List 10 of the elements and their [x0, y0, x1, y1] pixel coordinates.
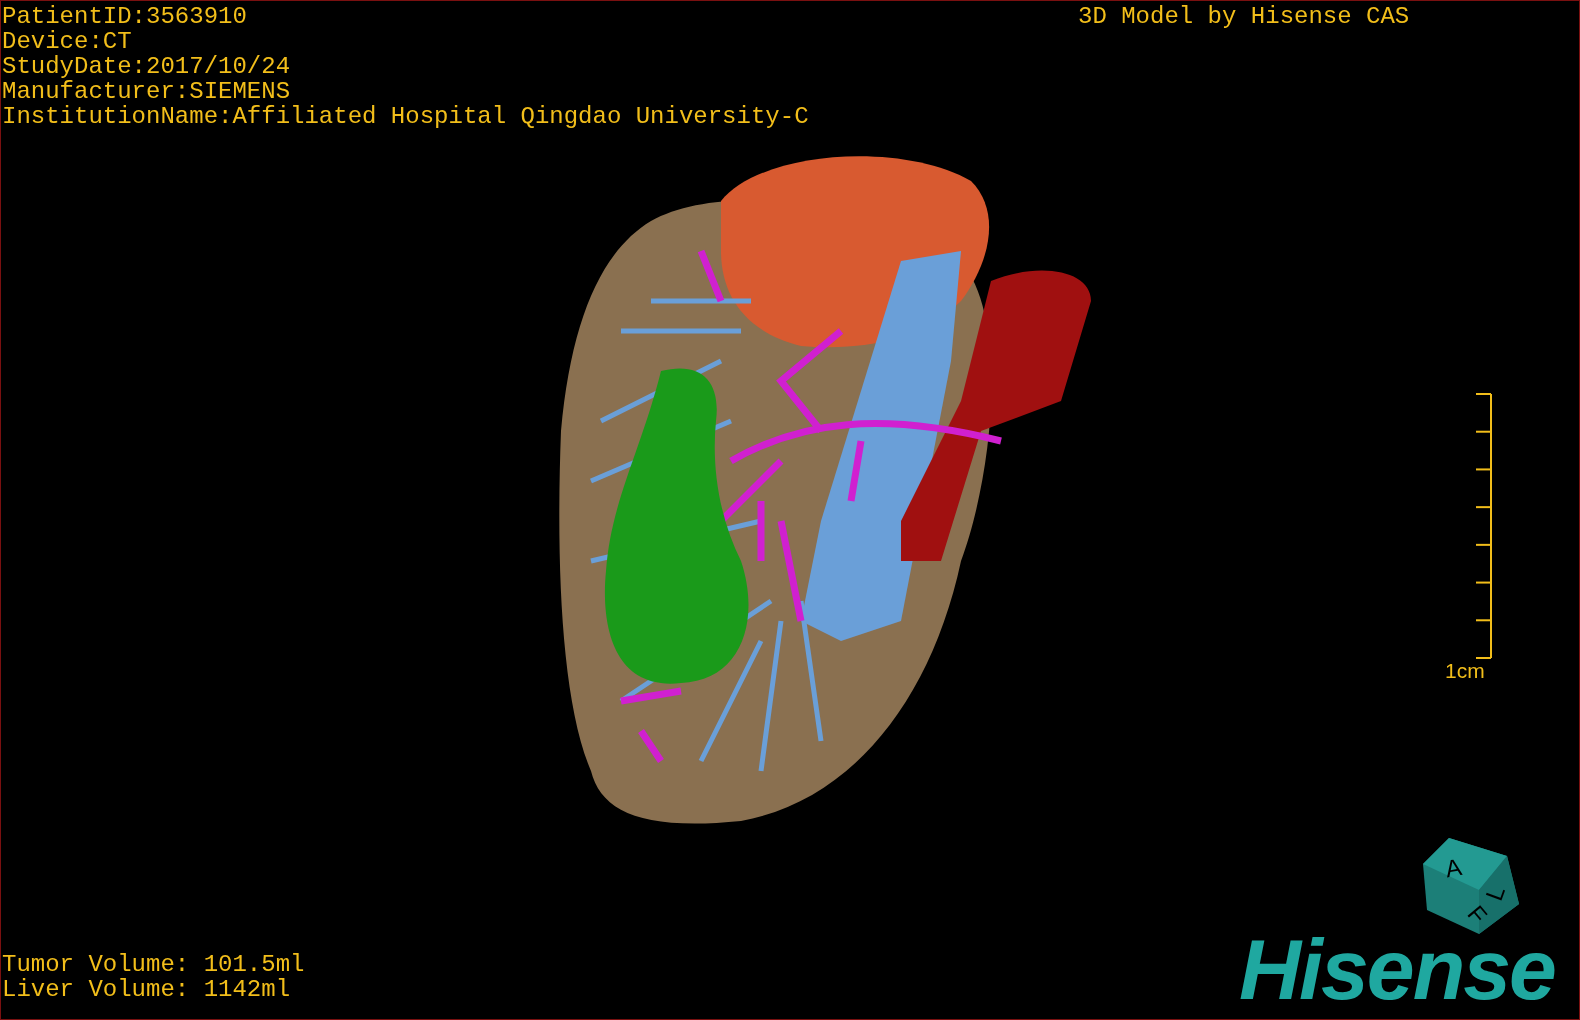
patient-info-line: PatientID:3563910	[2, 4, 248, 29]
volume-reading: Tumor Volume: 101.5ml	[2, 952, 305, 977]
patient-info-line: StudyDate:2017/10/24	[2, 54, 292, 79]
patient-info-line: Device:CT	[2, 29, 133, 54]
volume-reading: Liver Volume: 1142ml	[2, 977, 292, 1002]
patient-info-line: InstitutionName:Affiliated Hospital Qingdao University-C	[2, 104, 809, 129]
brand-logo: Hisense	[1239, 923, 1555, 1015]
scale-label: 1cm	[1445, 659, 1485, 683]
model-credit: 3D Model by Hisense CAS	[1078, 4, 1410, 29]
patient-info-line: Manufacturer:SIEMENS	[2, 79, 292, 104]
